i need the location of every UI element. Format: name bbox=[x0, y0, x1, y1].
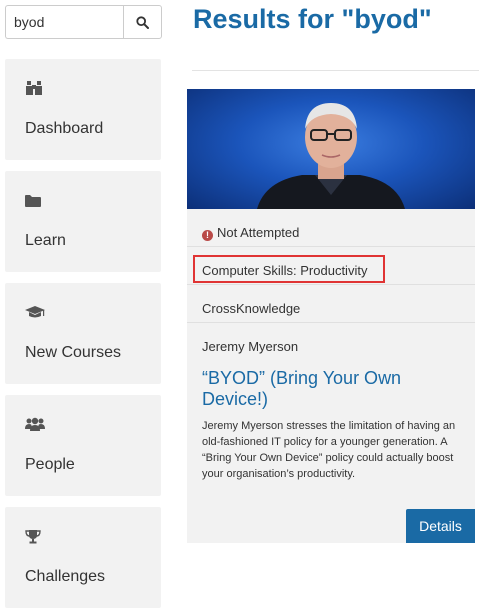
course-title-link[interactable]: “BYOD” (Bring Your Own Device!) bbox=[202, 368, 467, 410]
provider-row: CrossKnowledge bbox=[187, 285, 475, 323]
presenter-image bbox=[257, 103, 405, 209]
result-card: ! Not Attempted Computer Skills: Producti… bbox=[187, 89, 475, 543]
search-button[interactable] bbox=[123, 5, 162, 39]
sidebar-item-label: Learn bbox=[25, 232, 66, 249]
status-row: ! Not Attempted bbox=[187, 209, 475, 247]
sidebar-item-learn[interactable]: Learn bbox=[5, 171, 161, 272]
status-text: ! Not Attempted bbox=[202, 225, 299, 241]
author-label: Jeremy Myerson bbox=[202, 339, 299, 354]
sidebar-item-label: Dashboard bbox=[25, 120, 104, 137]
course-thumbnail[interactable] bbox=[187, 89, 475, 209]
graduation-cap-icon bbox=[25, 304, 45, 320]
binoculars-icon bbox=[25, 80, 45, 96]
status-label: Not Attempted bbox=[217, 225, 300, 240]
divider bbox=[192, 70, 479, 71]
page-title: Results for "byod" bbox=[193, 4, 432, 34]
details-button[interactable]: Details bbox=[406, 509, 475, 543]
users-icon bbox=[25, 416, 45, 432]
sidebar-item-label: Challenges bbox=[25, 568, 106, 585]
sidebar-item-label: New Courses bbox=[25, 344, 122, 361]
search-bar bbox=[5, 5, 162, 39]
sidebar-item-challenges[interactable]: Challenges bbox=[5, 507, 161, 608]
folder-icon bbox=[25, 192, 45, 208]
search-icon bbox=[136, 15, 149, 29]
sidebar-item-people[interactable]: People bbox=[5, 395, 161, 496]
course-description: Jeremy Myerson stresses the limitation o… bbox=[202, 420, 456, 480]
sidebar-item-label: People bbox=[25, 456, 75, 473]
author-row: Jeremy Myerson bbox=[187, 323, 475, 359]
search-input[interactable] bbox=[5, 5, 123, 39]
info-icon: ! bbox=[202, 230, 213, 241]
trophy-icon bbox=[25, 528, 45, 544]
highlight-box bbox=[193, 255, 385, 283]
provider-label: CrossKnowledge bbox=[202, 301, 301, 316]
sidebar-item-new-courses[interactable]: New Courses bbox=[5, 283, 161, 384]
sidebar-item-dashboard[interactable]: Dashboard bbox=[5, 59, 161, 160]
